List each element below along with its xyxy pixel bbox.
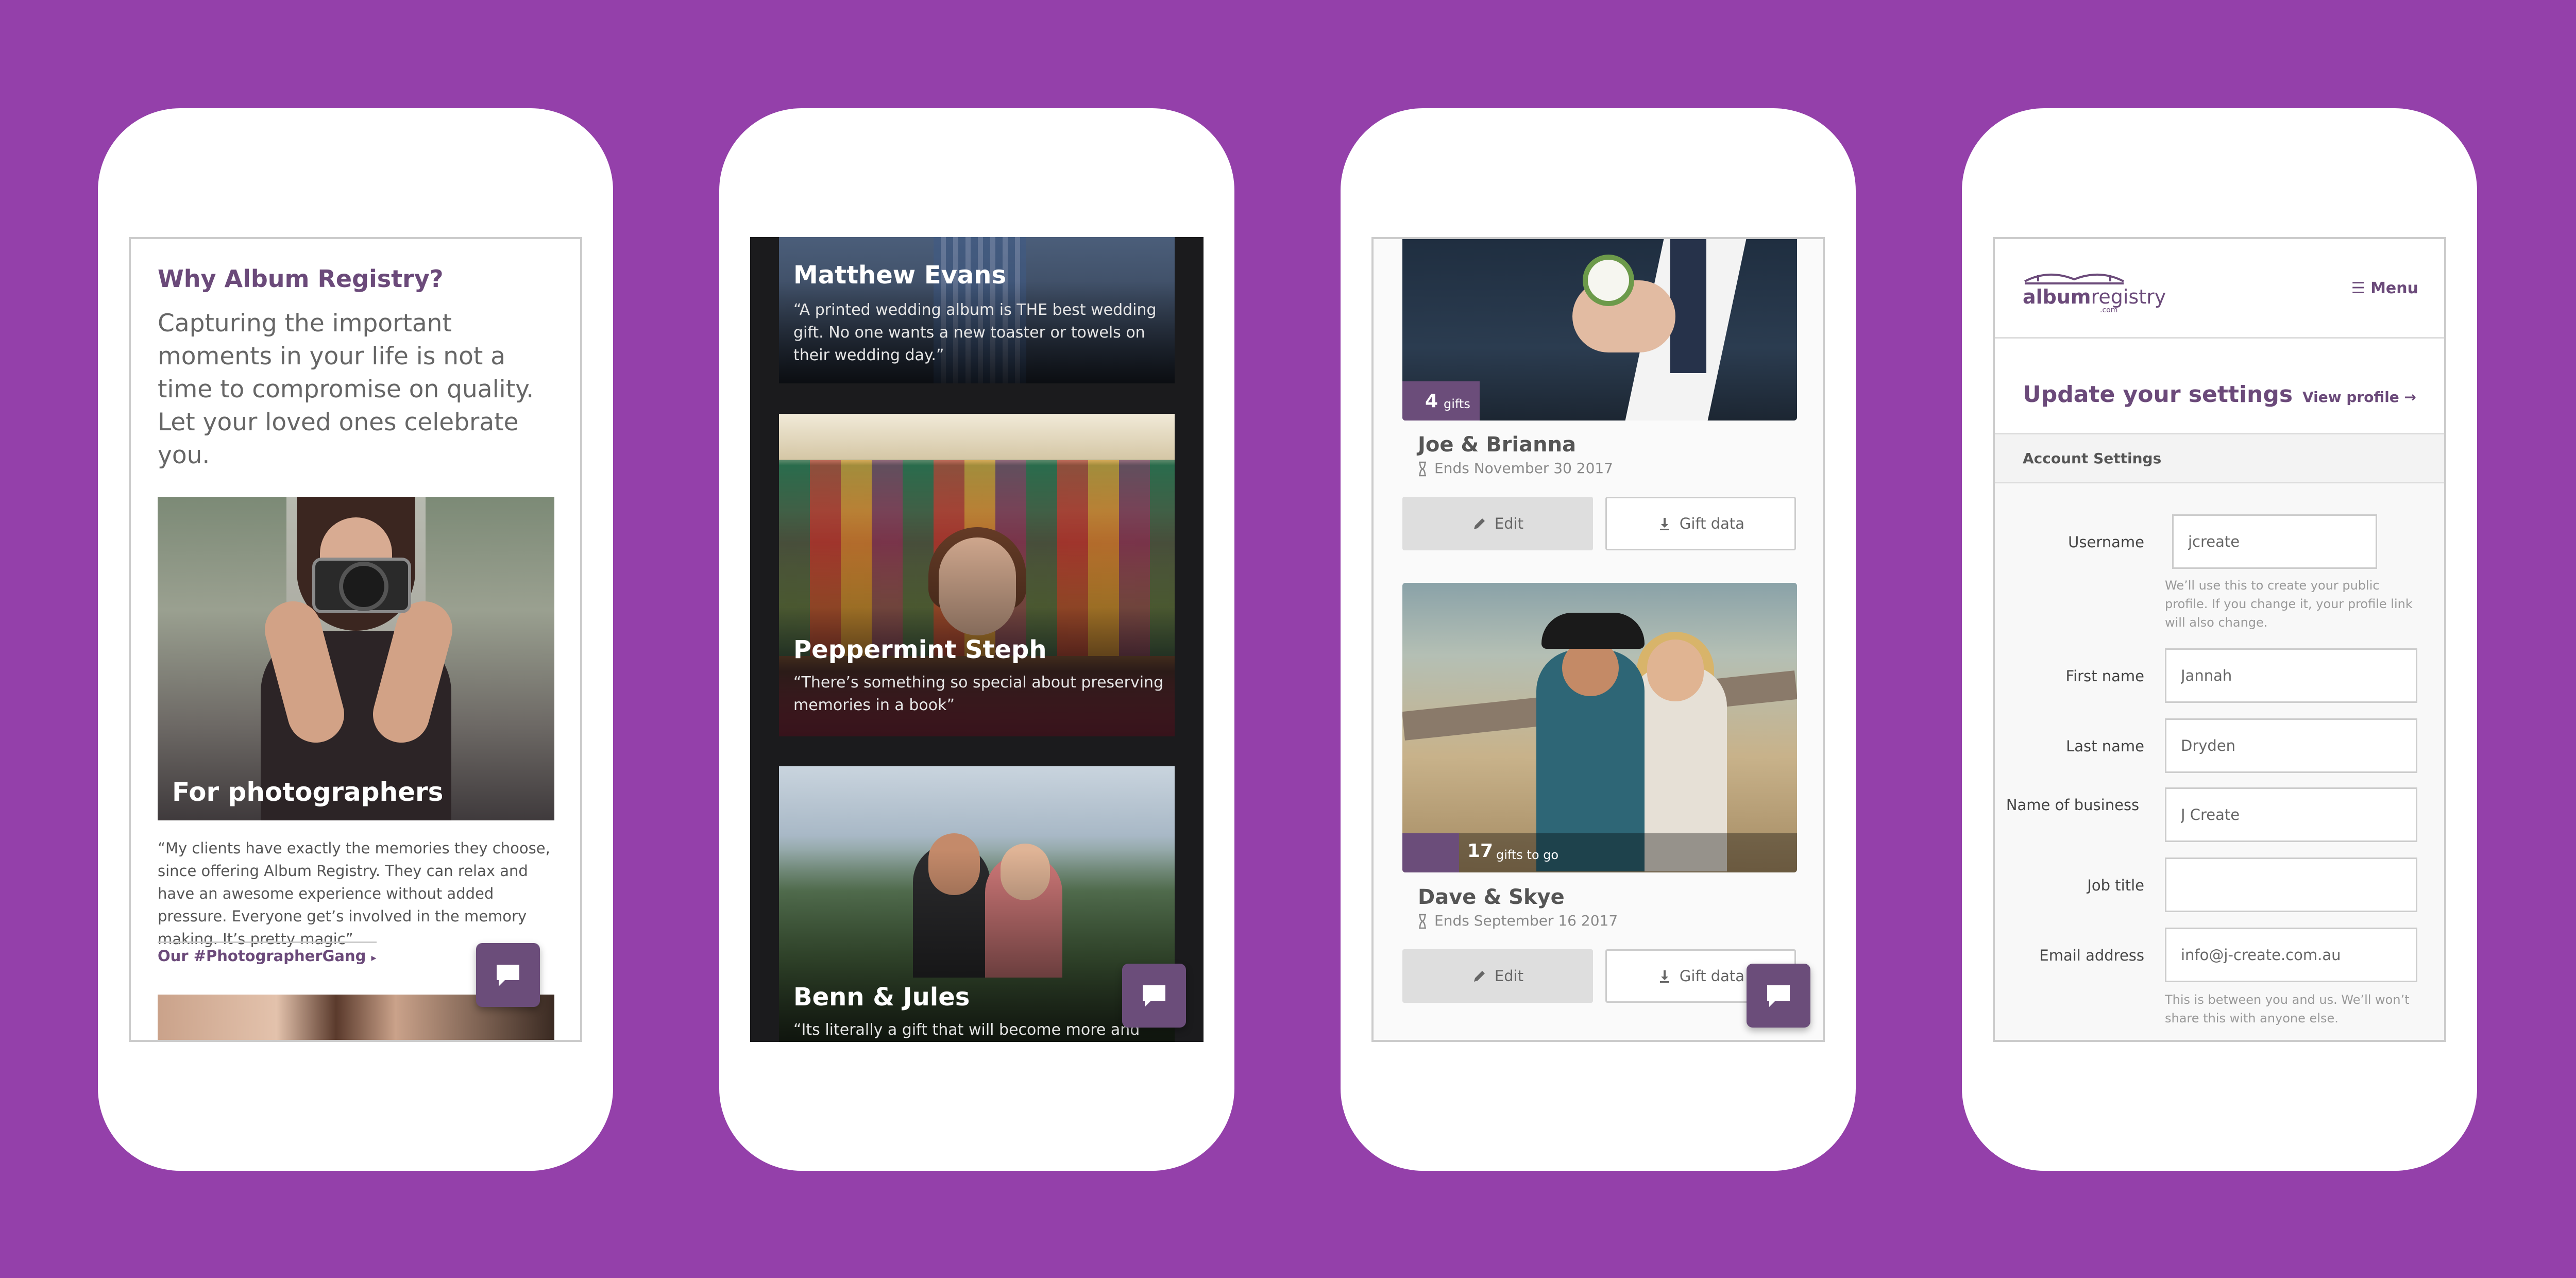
screen-settings: albumregistry .com ☰ Menu Update your se… (1993, 237, 2446, 1042)
job-title-input[interactable] (2165, 857, 2417, 912)
book-logo-icon (2024, 273, 2124, 284)
chat-button[interactable] (476, 943, 540, 1007)
hourglass-icon (1419, 914, 1426, 929)
logo-wordmark-bold: album (2023, 285, 2091, 308)
phone-frame-testimonials: Matthew Evans “A printed wedding album i… (719, 108, 1234, 1171)
first-name-input[interactable] (2165, 648, 2417, 703)
gift-count: 4 (1425, 391, 1438, 412)
photo-cowboy-hat (1541, 613, 1645, 649)
testimonial-quote: “A printed wedding album is THE best wed… (793, 301, 1157, 364)
last-name-input[interactable] (2165, 718, 2417, 773)
email-input[interactable] (2165, 928, 2417, 982)
username-help-text: We’ll use this to create your public pro… (2165, 578, 2413, 630)
download-icon (1659, 970, 1669, 983)
photographer-gang-link-label: Our #PhotographerGang (158, 947, 366, 965)
photographer-quote: “My clients have exactly the memories th… (158, 839, 550, 948)
speech-bubble-icon (1143, 985, 1165, 1007)
caret-right-icon: ▸ (371, 951, 377, 964)
menu-button-label: Menu (2370, 279, 2418, 297)
view-profile-link[interactable]: View profile → (2302, 389, 2416, 406)
registry-end-date-text: Ends September 16 2017 (1434, 912, 1618, 929)
gift-count: 17 (1467, 840, 1494, 862)
pencil-icon (1473, 518, 1485, 529)
intro-paragraph: Capturing the important moments in your … (158, 309, 534, 469)
edit-button[interactable]: Edit (1402, 949, 1593, 1003)
last-name-label: Last name (2066, 737, 2144, 755)
registry-name: Dave & Skye (1418, 885, 1565, 909)
edit-button-label: Edit (1494, 515, 1524, 532)
username-input[interactable] (2172, 514, 2377, 569)
section-label: Account Settings (2023, 450, 2162, 467)
gift-data-button-label: Gift data (1679, 515, 1745, 532)
photo-tie (1670, 239, 1706, 373)
menu-button[interactable]: ☰ Menu (2351, 279, 2418, 297)
logo-wordmark[interactable]: albumregistry (2023, 285, 2166, 308)
card-shade (779, 850, 1175, 1042)
testimonial-quote: “There’s something so special about pres… (793, 674, 1164, 714)
testimonial-card[interactable]: Matthew Evans “A printed wedding album i… (779, 237, 1175, 383)
hourglass-icon (1419, 461, 1426, 477)
testimonial-quote: “Its literally a gift that will become m… (793, 1021, 1140, 1039)
job-title-label: Job title (2087, 877, 2144, 894)
gift-data-button[interactable]: Gift data (1605, 497, 1796, 550)
gift-data-button-label: Gift data (1679, 967, 1745, 985)
business-name-label: Name of business (2006, 796, 2140, 814)
registry-photo[interactable]: 4 gifts (1402, 239, 1797, 421)
username-label: Username (2068, 533, 2144, 551)
testimonial-name: Matthew Evans (793, 261, 1007, 290)
gift-progress-fill (1402, 833, 1459, 872)
gift-count-label: gifts (1444, 397, 1470, 411)
phone-frame-settings: albumregistry .com ☰ Menu Update your se… (1962, 108, 2477, 1171)
feature-title: For photographers (172, 777, 444, 807)
screen-why-album-registry: Why Album Registry? Capturing the import… (129, 237, 582, 1042)
speech-bubble-icon (497, 965, 519, 986)
logo-wordmark-light: registry (2091, 285, 2166, 308)
testimonial-card[interactable]: Benn & Jules “Its literally a gift that … (779, 766, 1175, 1042)
testimonial-card[interactable]: Peppermint Steph “There’s something so s… (779, 414, 1175, 736)
photo-camera-lens (339, 562, 388, 611)
logo-domain: .com (2100, 306, 2118, 314)
photographer-feature-card[interactable]: For photographers (158, 497, 554, 820)
photo-person-face (1647, 640, 1704, 701)
app-header: albumregistry .com ☰ Menu (1995, 239, 2444, 339)
download-icon (1659, 518, 1669, 530)
screen-registries: 4 gifts Joe & Brianna Ends November 30 2… (1371, 237, 1825, 1042)
hamburger-icon: ☰ (2351, 279, 2365, 297)
registry-end-date-text: Ends November 30 2017 (1434, 460, 1614, 477)
photographer-gang-link[interactable]: Our #PhotographerGang ▸ (158, 941, 377, 965)
registry-photo[interactable]: 17 gifts to go (1402, 583, 1797, 872)
edit-button-label: Edit (1494, 967, 1524, 985)
testimonial-name: Peppermint Steph (793, 635, 1047, 664)
email-label: Email address (2039, 947, 2144, 964)
email-help-text: This is between you and us. We’ll won’t … (2165, 993, 2410, 1025)
section-heading: Why Album Registry? (158, 265, 444, 293)
phone-frame-why-album-registry: Why Album Registry? Capturing the import… (98, 108, 613, 1171)
arrow-right-icon: → (2404, 389, 2416, 406)
photo-boutonniere (1583, 255, 1634, 306)
business-name-input[interactable] (2165, 787, 2417, 842)
screen-testimonials: Matthew Evans “A printed wedding album i… (750, 237, 1204, 1042)
account-settings-section-header: Account Settings (1995, 433, 2444, 483)
chat-button[interactable] (1122, 964, 1186, 1028)
registry-end-date: Ends November 30 2017 (1418, 460, 1613, 477)
page-title: Update your settings (2023, 381, 2293, 408)
chat-button[interactable] (1747, 964, 1810, 1028)
pencil-icon (1473, 971, 1485, 982)
account-settings-form: Username We’ll use this to create your p… (1995, 483, 2444, 1040)
registry-end-date: Ends September 16 2017 (1418, 912, 1618, 929)
speech-bubble-icon (1767, 985, 1790, 1007)
registry-name: Joe & Brianna (1418, 433, 1577, 457)
phone-frame-registries: 4 gifts Joe & Brianna Ends November 30 2… (1341, 108, 1856, 1171)
testimonial-name: Benn & Jules (793, 983, 970, 1012)
gift-count-badge: 4 gifts (1402, 381, 1480, 421)
view-profile-link-label: View profile (2302, 389, 2399, 406)
first-name-label: First name (2065, 667, 2145, 685)
gift-progress-track (1402, 833, 1797, 872)
gift-count-label: gifts to go (1496, 848, 1559, 862)
edit-button[interactable]: Edit (1402, 497, 1593, 550)
